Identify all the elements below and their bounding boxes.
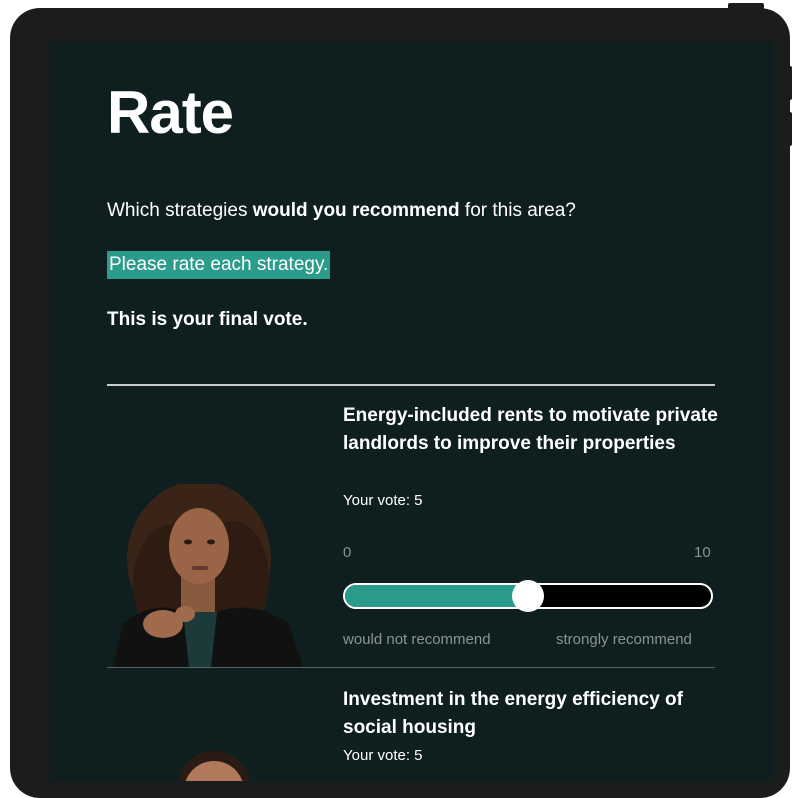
- min-caption: would not recommend: [343, 631, 491, 648]
- strategy-title: Energy-included rents to motivate privat…: [343, 405, 718, 454]
- section-divider: [107, 384, 715, 386]
- man-speaker-portrait: [159, 745, 269, 781]
- woman-speaker-portrait: [113, 484, 309, 667]
- strategy-title: Investment in the energy efficiency of s…: [343, 689, 683, 738]
- question-text: Which strategies would you recommend for…: [107, 199, 576, 223]
- max-caption: strongly recommend: [556, 631, 692, 648]
- question-post: for this area?: [459, 200, 576, 221]
- vote-label: Your vote: 5: [343, 492, 423, 509]
- tablet-frame: Rate Which strategies would you recommen…: [10, 8, 790, 798]
- scale-min-label: 0: [343, 544, 352, 561]
- tablet-screen: Rate Which strategies would you recommen…: [49, 41, 773, 781]
- scale-max-label: 10: [694, 544, 711, 561]
- question-emphasis: would you recommend: [252, 200, 460, 221]
- question-pre: Which strategies: [107, 200, 253, 221]
- final-vote-notice: This is your final vote.: [107, 309, 308, 330]
- page-title: Rate: [107, 79, 234, 146]
- slider-fill: [345, 585, 528, 607]
- vote-label: Your vote: 5: [343, 747, 423, 764]
- slider-thumb[interactable]: [512, 580, 544, 612]
- vote-slider[interactable]: [343, 580, 713, 612]
- instruction-highlight: Please rate each strategy.: [107, 251, 331, 279]
- strategy-divider: [107, 667, 715, 668]
